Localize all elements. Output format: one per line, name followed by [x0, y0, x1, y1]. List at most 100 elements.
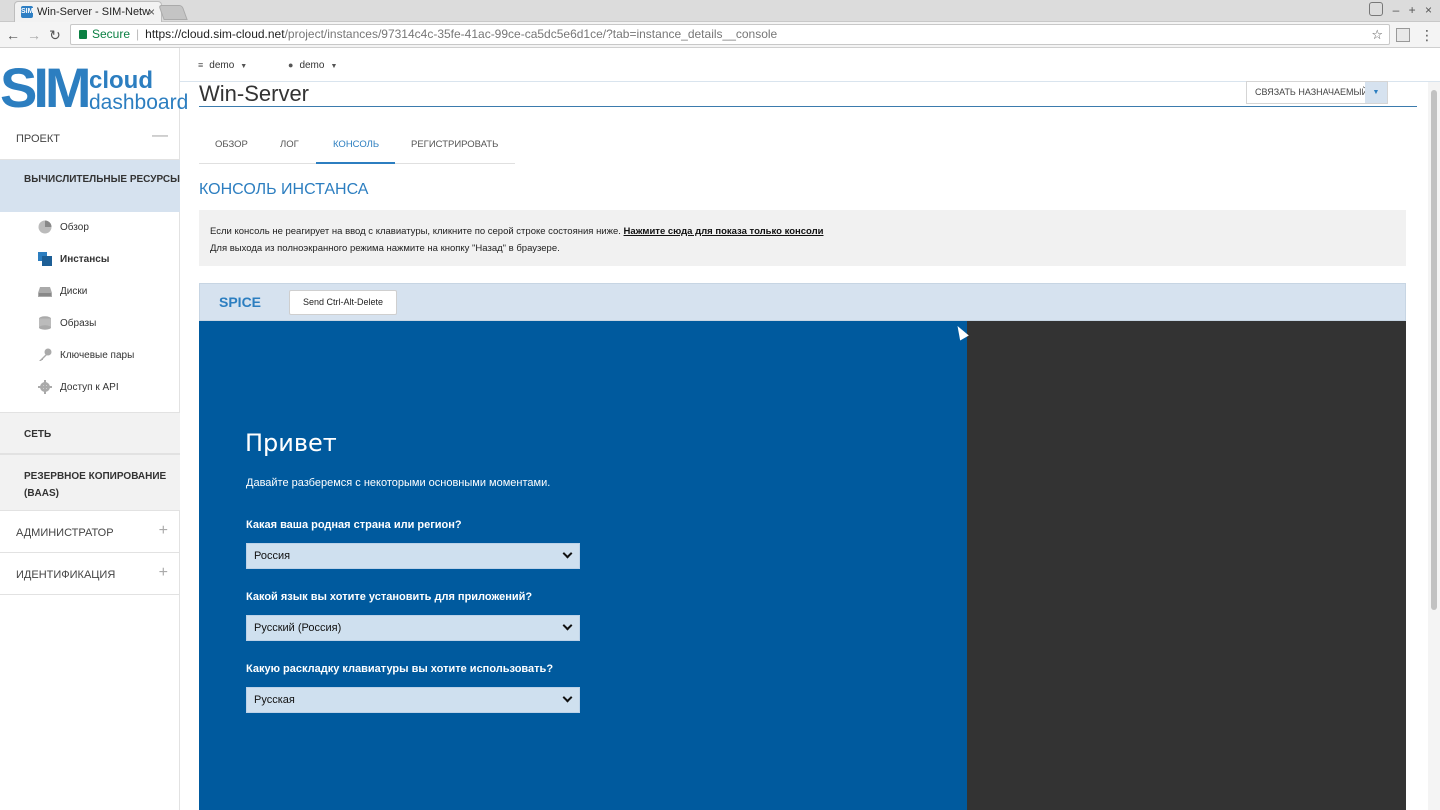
window-controls: – + ×	[1363, 2, 1432, 17]
browser-tab[interactable]: SIM Win-Server - SIM-Netw ×	[14, 1, 162, 22]
sidebar-item-label: Доступ к API	[60, 382, 119, 393]
sidebar-project[interactable]: ПРОЕКТ —	[0, 118, 180, 160]
project-name: demo	[209, 60, 235, 71]
sidebar-compute[interactable]: ВЫЧИСЛИТЕЛЬНЫЕ РЕСУРСЫ	[0, 160, 180, 212]
caret-down-icon: ▼	[240, 63, 248, 70]
key-icon	[39, 348, 52, 361]
chevron-down-icon	[562, 620, 573, 631]
tab-overview[interactable]: ОБЗОР	[215, 128, 248, 164]
sidebar-backup[interactable]: РЕЗЕРВНОЕ КОПИРОВАНИЕ (BAAS)	[0, 454, 180, 511]
sidebar-item-label: Инстансы	[60, 254, 110, 265]
sidebar-item-disks[interactable]: Диски	[0, 276, 180, 308]
new-tab-button[interactable]	[158, 5, 188, 20]
database-icon	[39, 316, 51, 330]
tab-register[interactable]: РЕГИСТРИРОВАТЬ	[411, 128, 498, 164]
country-question: Какая ваша родная страна или регион?	[246, 519, 462, 531]
maximize-icon[interactable]: +	[1409, 3, 1416, 17]
collapse-icon[interactable]: —	[152, 128, 168, 144]
sidebar-item-keypairs[interactable]: Ключевые пары	[0, 340, 180, 372]
secure-label: Secure	[92, 27, 131, 41]
tab-title: Win-Server - SIM-Netw	[37, 6, 151, 18]
url-path: /project/instances/97314c4c-35fe-41ac-99…	[284, 27, 778, 41]
reload-icon[interactable]: ↻	[46, 25, 64, 45]
extension-icon[interactable]	[1396, 28, 1410, 42]
back-icon[interactable]: ←	[4, 25, 22, 45]
language-value: Русский (Россия)	[254, 622, 342, 634]
logo-cloud: cloud	[89, 67, 153, 94]
country-select[interactable]: Россия	[246, 543, 580, 569]
sidebar-network[interactable]: СЕТЬ	[0, 412, 180, 454]
user-icon: ●	[288, 60, 294, 70]
console-screen[interactable]: Привет Давайте разберемся с некоторыми о…	[199, 321, 967, 810]
console-empty-area[interactable]	[967, 321, 1406, 810]
sidebar-item-instances[interactable]: Инстансы	[0, 244, 180, 276]
console-info: Если консоль не реагирует на ввод с клав…	[199, 210, 1406, 266]
instance-tabs: ОБЗОР ЛОГ КОНСОЛЬ РЕГИСТРИРОВАТЬ	[199, 128, 515, 164]
info-text: Если консоль не реагирует на ввод с клав…	[210, 226, 621, 237]
sidebar-item-overview[interactable]: Обзор	[0, 212, 180, 244]
title-divider	[199, 106, 1417, 107]
minimize-icon[interactable]: –	[1393, 3, 1400, 17]
sidebar-admin[interactable]: АДМИНИСТРАТОР +	[0, 511, 180, 553]
tab-log[interactable]: ЛОГ	[280, 128, 299, 164]
gear-icon	[38, 380, 52, 394]
disk-icon	[38, 287, 52, 297]
logo-dashboard: dashboard	[89, 91, 189, 114]
sidebar-item-label: Диски	[60, 286, 88, 297]
info-text-2: Для выхода из полноэкранного режима нажм…	[210, 243, 560, 254]
bookmark-star-icon[interactable]: ☆	[1371, 25, 1383, 44]
sidebar-item-api[interactable]: Доступ к API	[0, 372, 180, 404]
sidebar-project-label: ПРОЕКТ	[16, 133, 61, 145]
send-ctrl-alt-delete-button[interactable]: Send Ctrl-Alt-Delete	[289, 290, 398, 315]
spice-label: SPICE	[219, 294, 262, 310]
keyboard-question: Какую раскладку клавиатуры вы хотите исп…	[246, 663, 554, 675]
favicon-icon: SIM	[21, 6, 33, 18]
scrollbar-thumb[interactable]	[1431, 90, 1437, 610]
top-bar: ≡ demo ▼ ● demo ▼	[180, 48, 1440, 82]
logo[interactable]: SIM cloud dashboard	[0, 56, 188, 120]
caret-down-icon: ▼	[330, 63, 338, 70]
sidebar-identity[interactable]: ИДЕНТИФИКАЦИЯ +	[0, 553, 180, 595]
forward-icon[interactable]: →	[25, 25, 43, 45]
url-separator: |	[136, 27, 140, 41]
keyboard-select[interactable]: Русская	[246, 687, 580, 713]
sidebar-item-label: Образы	[60, 318, 97, 329]
setup-greeting: Привет	[245, 429, 337, 457]
close-window-icon[interactable]: ×	[1425, 3, 1432, 17]
user-menu[interactable]: ● demo ▼	[288, 60, 337, 71]
logo-mark: SIM	[0, 56, 92, 119]
sidebar-item-label: Обзор	[60, 222, 89, 233]
user-name: demo	[299, 60, 325, 71]
expand-icon[interactable]: +	[159, 565, 168, 581]
associate-ip-hitbox	[1246, 81, 1417, 104]
profile-icon[interactable]	[1369, 2, 1384, 16]
page-scrollbar[interactable]	[1428, 82, 1440, 810]
chevron-down-icon	[562, 692, 573, 703]
tab-console[interactable]: КОНСОЛЬ	[316, 128, 395, 164]
expand-icon[interactable]: +	[159, 523, 168, 539]
instances-icon	[38, 252, 52, 266]
console-only-link[interactable]: Нажмите сюда для показа только консоли	[624, 226, 824, 237]
close-tab-icon[interactable]: ×	[148, 2, 155, 22]
sidebar-admin-label: АДМИНИСТРАТОР	[16, 527, 114, 539]
language-question: Какой язык вы хотите установить для прил…	[246, 591, 533, 603]
lock-icon	[79, 30, 87, 39]
sidebar-item-images[interactable]: Образы	[0, 308, 180, 340]
pie-chart-icon	[38, 220, 52, 234]
language-select[interactable]: Русский (Россия)	[246, 615, 580, 641]
list-icon: ≡	[198, 60, 204, 70]
keyboard-value: Русская	[254, 694, 295, 706]
address-bar: ← → ↻ Secure | https://cloud.sim-cloud.net…	[0, 22, 1440, 48]
browser-tabbar: SIM Win-Server - SIM-Netw × – + ×	[0, 0, 1440, 22]
sidebar-identity-label: ИДЕНТИФИКАЦИЯ	[16, 569, 116, 581]
project-switcher[interactable]: ≡ demo ▼	[198, 60, 247, 71]
chevron-down-icon	[562, 548, 573, 559]
url-input[interactable]: Secure | https://cloud.sim-cloud.net/proje…	[70, 24, 1390, 45]
browser-menu-icon[interactable]: ⋮	[1420, 25, 1434, 45]
url-host: https://cloud.sim-cloud.net	[145, 27, 285, 41]
spice-toolbar: SPICE Send Ctrl-Alt-Delete	[199, 283, 1406, 321]
setup-subtitle: Давайте разберемся с некоторыми основным…	[246, 477, 551, 489]
sidebar-item-label: Ключевые пары	[60, 350, 135, 361]
page-title: Win-Server	[199, 81, 310, 106]
country-value: Россия	[254, 550, 291, 562]
